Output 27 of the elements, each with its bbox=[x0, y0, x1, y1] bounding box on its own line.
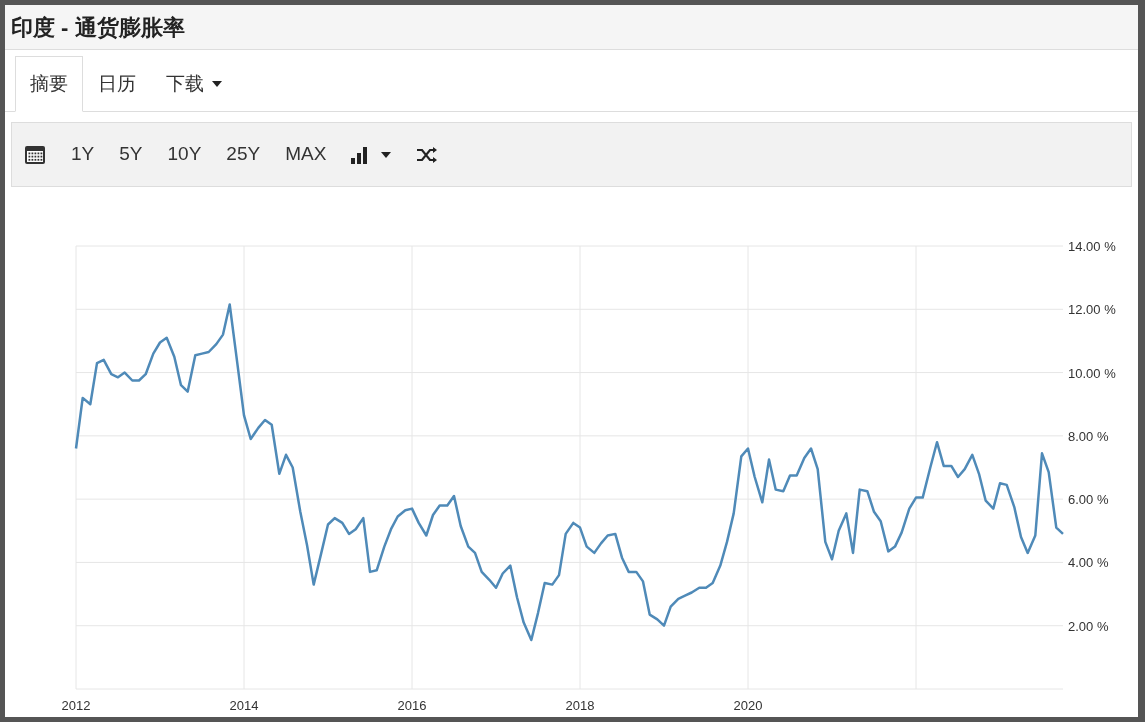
y-axis-label: 4.00 % bbox=[1068, 555, 1109, 571]
y-axis-label: 12.00 % bbox=[1068, 302, 1116, 318]
y-axis-label: 8.00 % bbox=[1068, 428, 1109, 444]
y-axis-label: 6.00 % bbox=[1068, 492, 1109, 508]
window-title: 印度 - 通货膨胀率 bbox=[11, 13, 185, 42]
range-button[interactable]: MAX bbox=[285, 140, 327, 169]
x-axis-label: 2016 bbox=[397, 698, 427, 713]
caret-icon bbox=[212, 81, 222, 87]
x-axis-label: 2012 bbox=[61, 698, 91, 713]
y-axis-label: 14.00 % bbox=[1068, 239, 1116, 254]
bar-chart-icon bbox=[351, 145, 370, 164]
range-button[interactable]: 5Y bbox=[119, 140, 143, 169]
x-axis-label: 2020 bbox=[733, 698, 763, 713]
y-axis-label: 10.00 % bbox=[1068, 365, 1116, 381]
x-axis-label: 2014 bbox=[229, 698, 259, 713]
range-button[interactable]: 10Y bbox=[167, 140, 202, 169]
calendar-icon[interactable] bbox=[24, 144, 46, 165]
chart-type-button[interactable] bbox=[351, 145, 392, 164]
tab[interactable]: 摘要 bbox=[15, 56, 83, 112]
range-button[interactable]: 25Y bbox=[226, 140, 261, 169]
y-axis-label: 2.00 % bbox=[1068, 618, 1109, 634]
tab[interactable]: 日历 bbox=[83, 56, 151, 112]
x-axis-label: 2018 bbox=[565, 698, 595, 713]
range-button[interactable]: 1Y bbox=[71, 140, 95, 169]
shuffle-icon[interactable] bbox=[416, 145, 439, 164]
caret-icon bbox=[381, 151, 392, 158]
dropdown-tab[interactable]: 下载 bbox=[151, 56, 237, 112]
